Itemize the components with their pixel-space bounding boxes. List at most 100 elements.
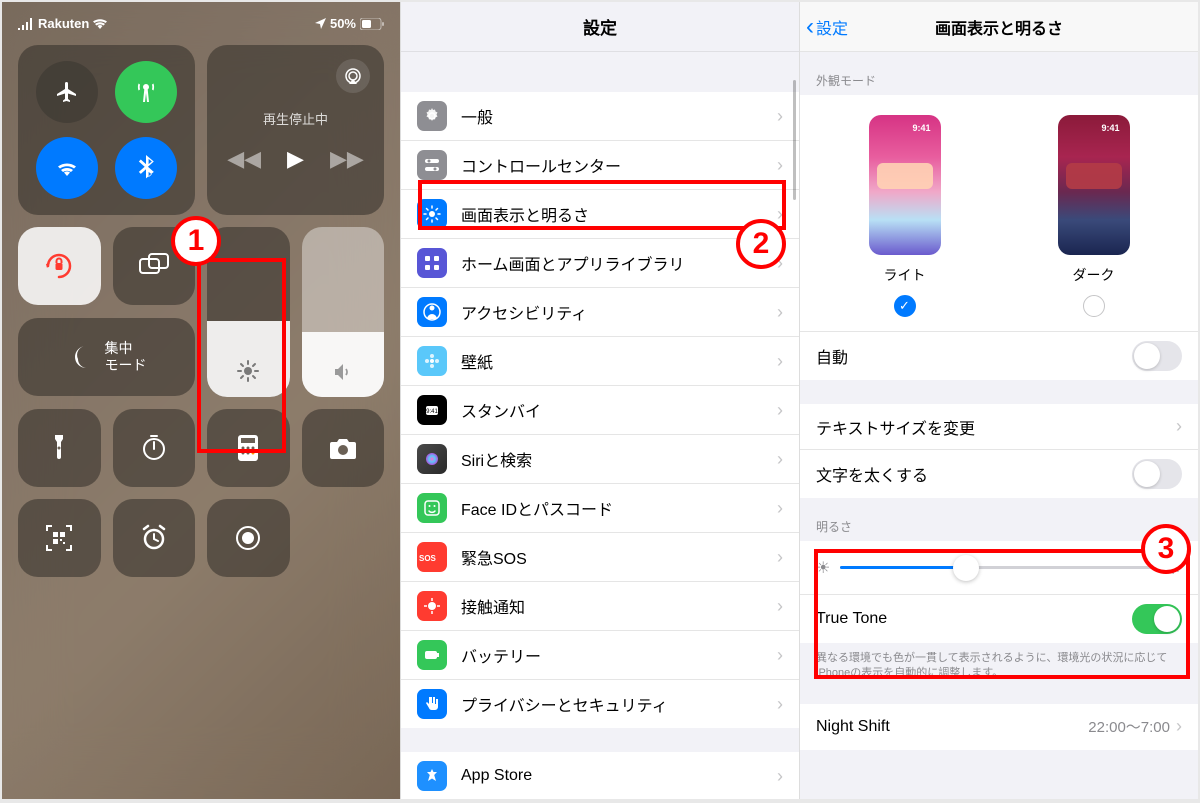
airplay-button[interactable] (336, 59, 370, 93)
auto-toggle[interactable] (1132, 341, 1182, 371)
settings-row[interactable]: SOS 緊急SOS› (401, 533, 799, 582)
annotation-badge-3: 3 (1141, 524, 1191, 574)
dark-label: ダーク (1073, 265, 1115, 285)
calculator-button[interactable] (207, 409, 290, 487)
brightness-track[interactable] (840, 566, 1154, 569)
row-label: 接触通知 (461, 594, 777, 618)
wifi-toggle[interactable] (36, 137, 98, 199)
row-label: Face IDとパスコード (461, 496, 777, 520)
bold-text-toggle[interactable] (1132, 459, 1182, 489)
airplane-icon (55, 80, 79, 104)
settings-row[interactable]: 一般› (401, 92, 799, 141)
row-label: 緊急SOS (461, 545, 777, 569)
row-icon: 9:41 (417, 395, 447, 425)
auto-appearance-row[interactable]: 自動 (800, 331, 1198, 380)
focus-label: 集中 モード (105, 340, 147, 374)
rewind-button[interactable]: ◀◀ (227, 146, 261, 172)
annotation-badge-1: 1 (171, 216, 221, 266)
play-button[interactable]: ▶ (287, 146, 304, 172)
volume-slider[interactable] (302, 227, 385, 397)
timer-button[interactable] (113, 409, 196, 487)
back-button[interactable]: ‹設定 (806, 13, 848, 41)
media-module[interactable]: 再生停止中 ◀◀ ▶ ▶▶ (207, 45, 384, 215)
appstore-icon (417, 761, 447, 791)
bluetooth-icon (136, 155, 156, 181)
row-icon (417, 199, 447, 229)
status-bar: Rakuten 50% (2, 2, 400, 45)
airplane-toggle[interactable] (36, 61, 98, 123)
settings-title: 設定 (401, 2, 799, 52)
chevron-icon: › (777, 596, 783, 617)
row-label: 画面表示と明るさ (461, 202, 777, 226)
wifi-icon (93, 18, 107, 29)
timer-icon (139, 433, 169, 463)
settings-panel: 設定 一般›コントロールセンター›画面表示と明るさ›ホーム画面とアプリライブラリ… (400, 2, 799, 799)
settings-row[interactable]: Face IDとパスコード› (401, 484, 799, 533)
auto-label: 自動 (816, 344, 1132, 368)
media-title: 再生停止中 (263, 109, 328, 128)
chevron-icon: › (777, 302, 783, 323)
true-tone-row[interactable]: True Tone (800, 594, 1198, 643)
bluetooth-toggle[interactable] (115, 137, 177, 199)
settings-row[interactable]: コントロールセンター› (401, 141, 799, 190)
focus-button[interactable]: 集中 モード (18, 318, 195, 396)
true-tone-label: True Tone (816, 610, 1132, 628)
row-label: 一般 (461, 104, 777, 128)
dark-radio[interactable] (1083, 295, 1105, 317)
true-tone-footnote: 異なる環境でも色が一貫して表示されるように、環境光の状況に応じてiPhoneの表… (800, 643, 1198, 696)
settings-row-appstore[interactable]: App Store › (401, 752, 799, 799)
brightness-knob[interactable] (953, 555, 979, 581)
scrollbar[interactable] (793, 80, 796, 200)
brightness-slider-row[interactable]: ☀︎ ☀︎ (800, 541, 1198, 594)
wifi-icon (55, 156, 79, 180)
screen-record-button[interactable] (207, 499, 290, 577)
row-label: ホーム画面とアプリライブラリ (461, 251, 777, 275)
brightness-section-label: 明るさ (800, 498, 1198, 541)
appearance-dark-option[interactable]: 9:41 ダーク (1058, 115, 1130, 317)
cellular-toggle[interactable] (115, 61, 177, 123)
orientation-lock-toggle[interactable] (18, 227, 101, 305)
text-size-label: テキストサイズを変更 (816, 415, 1176, 439)
sun-small-icon: ☀︎ (816, 558, 830, 578)
chevron-icon: › (1176, 716, 1182, 737)
row-label: Siriと検索 (461, 447, 777, 471)
light-radio[interactable]: ✓ (894, 295, 916, 317)
svg-text:9:41: 9:41 (426, 409, 438, 415)
battery-icon (360, 18, 384, 30)
row-label: コントロールセンター (461, 153, 777, 177)
row-icon (417, 150, 447, 180)
brightness-slider[interactable] (207, 227, 290, 397)
settings-row[interactable]: プライバシーとセキュリティ› (401, 680, 799, 728)
row-icon (417, 101, 447, 131)
row-icon (417, 689, 447, 719)
chevron-icon: › (777, 547, 783, 568)
row-icon (417, 493, 447, 523)
bold-text-row[interactable]: 文字を太くする (800, 450, 1198, 498)
settings-row[interactable]: 9:41スタンバイ› (401, 386, 799, 435)
row-icon: SOS (417, 542, 447, 572)
flashlight-button[interactable] (18, 409, 101, 487)
settings-row[interactable]: アクセシビリティ› (401, 288, 799, 337)
back-label: 設定 (816, 15, 848, 39)
page-title: 画面表示と明るさ (935, 15, 1063, 39)
qr-scan-button[interactable] (18, 499, 101, 577)
settings-row[interactable]: Siriと検索› (401, 435, 799, 484)
true-tone-toggle[interactable] (1132, 604, 1182, 634)
chevron-icon: › (777, 645, 783, 666)
row-label: プライバシーとセキュリティ (461, 692, 777, 716)
settings-row[interactable]: 接触通知› (401, 582, 799, 631)
svg-text:SOS: SOS (419, 554, 437, 563)
flashlight-icon (44, 433, 74, 463)
alarm-button[interactable] (113, 499, 196, 577)
appearance-light-option[interactable]: 9:41 ライト ✓ (869, 115, 941, 317)
settings-row[interactable]: バッテリー› (401, 631, 799, 680)
camera-button[interactable] (302, 409, 385, 487)
calculator-icon (233, 433, 263, 463)
forward-button[interactable]: ▶▶ (330, 146, 364, 172)
night-shift-row[interactable]: Night Shift 22:00〜7:00 › (800, 704, 1198, 750)
display-settings-panel: ‹設定 画面表示と明るさ 外観モード 9:41 ライト ✓ 9:41 ダーク 自… (799, 2, 1198, 799)
control-center-panel: Rakuten 50% 再生停止中 ◀◀ ▶ ▶▶ (2, 2, 400, 799)
speaker-icon (332, 361, 354, 383)
settings-row[interactable]: 壁紙› (401, 337, 799, 386)
text-size-row[interactable]: テキストサイズを変更 › (800, 404, 1198, 450)
